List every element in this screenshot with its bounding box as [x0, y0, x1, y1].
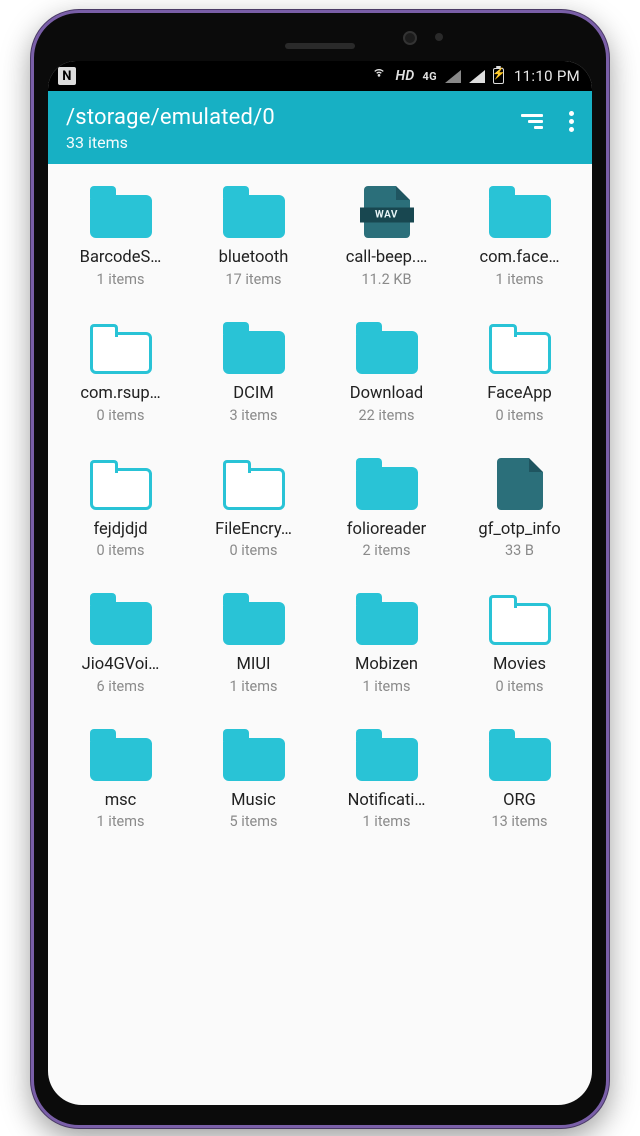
path-title: /storage/emulated/0 [66, 105, 521, 130]
item-meta: 22 items [358, 407, 414, 424]
clock: 11:10 PM [514, 67, 580, 85]
file-grid-container: BarcodeS… 1 items bluetooth 17 items WAV call… [48, 164, 592, 840]
file-icon: WAV [356, 186, 418, 238]
folder-icon [356, 593, 418, 645]
grid-item[interactable]: bluetooth 17 items [189, 186, 318, 288]
grid-item[interactable]: BarcodeS… 1 items [56, 186, 185, 288]
grid-item[interactable]: Notificati…1 items [322, 729, 451, 831]
folder-icon [223, 322, 285, 374]
item-meta: 3 items [230, 407, 278, 424]
folder-empty-icon [90, 458, 152, 510]
grid-item[interactable]: com.face… 1 items [455, 186, 584, 288]
grid-item[interactable]: Mobizen 1 items [322, 593, 451, 695]
item-name: FaceApp [487, 384, 552, 405]
grid-item[interactable]: fejdjdjd0 items [56, 458, 185, 560]
item-meta: 5 items [230, 813, 278, 830]
grid-item[interactable]: Music5 items [189, 729, 318, 831]
item-meta: 33 B [505, 542, 534, 559]
item-name: ORG [503, 791, 536, 812]
item-name: gf_otp_info [478, 520, 560, 541]
item-meta: 11.2 KB [362, 271, 412, 288]
item-name: FileEncry… [215, 520, 292, 541]
folder-icon [356, 322, 418, 374]
sort-icon[interactable] [521, 114, 543, 129]
folder-icon [356, 458, 418, 510]
grid-item[interactable]: Jio4GVoi… 6 items [56, 593, 185, 695]
item-name: DCIM [233, 384, 273, 405]
grid-item[interactable]: folioreader2 items [322, 458, 451, 560]
hd-indicator: HD [395, 68, 414, 84]
item-meta: 17 items [225, 271, 281, 288]
file-icon [489, 458, 551, 510]
item-meta: 0 items [496, 678, 544, 695]
hotspot-icon [371, 66, 387, 86]
grid-item[interactable]: WAV call-beep.… 11.2 KB [322, 186, 451, 288]
battery-icon [493, 68, 504, 84]
item-name: Download [350, 384, 423, 405]
item-meta: 0 items [97, 542, 145, 559]
item-name: folioreader [347, 520, 426, 541]
notification-icon: N [58, 67, 76, 85]
item-name: Mobizen [355, 655, 418, 676]
grid-item[interactable]: gf_otp_info33 B [455, 458, 584, 560]
item-name: bluetooth [219, 248, 289, 269]
grid-item[interactable]: Movies 0 items [455, 593, 584, 695]
grid-item[interactable]: MIUI 1 items [189, 593, 318, 695]
folder-icon [90, 729, 152, 781]
grid-item[interactable]: Download 22 items [322, 322, 451, 424]
grid-item[interactable]: com.rsup… 0 items [56, 322, 185, 424]
item-name: Movies [493, 655, 546, 676]
item-name: call-beep.… [346, 248, 428, 269]
item-name: BarcodeS… [80, 248, 162, 269]
item-name: com.rsup… [80, 384, 160, 405]
grid-item[interactable]: FaceApp 0 items [455, 322, 584, 424]
item-name: MIUI [236, 655, 270, 676]
phone-frame: N HD 4G 11:10 PM /storage/emulated/0 33 … [31, 10, 609, 1128]
app-bar: /storage/emulated/0 33 items [48, 91, 592, 164]
item-name: Notificati… [348, 791, 426, 812]
grid-item[interactable]: DCIM 3 items [189, 322, 318, 424]
folder-icon [90, 593, 152, 645]
item-count: 33 items [66, 133, 521, 152]
folder-icon [489, 186, 551, 238]
item-name: com.face… [479, 248, 559, 269]
folder-icon [223, 729, 285, 781]
screen: N HD 4G 11:10 PM /storage/emulated/0 33 … [48, 61, 592, 1105]
grid-item[interactable]: FileEncry…0 items [189, 458, 318, 560]
item-meta: 0 items [97, 407, 145, 424]
overflow-menu-icon[interactable] [569, 111, 574, 132]
folder-icon [356, 729, 418, 781]
status-bar: N HD 4G 11:10 PM [48, 61, 592, 91]
item-meta: 13 items [491, 813, 547, 830]
item-meta: 1 items [363, 813, 411, 830]
item-name: Music [231, 791, 276, 812]
folder-empty-icon [489, 593, 551, 645]
folder-empty-icon [489, 322, 551, 374]
item-meta: 1 items [230, 678, 278, 695]
folder-icon [489, 729, 551, 781]
folder-empty-icon [223, 458, 285, 510]
item-name: msc [105, 791, 137, 812]
signal-icon-2 [469, 70, 485, 83]
item-name: Jio4GVoi… [82, 655, 160, 676]
item-meta: 1 items [363, 678, 411, 695]
grid-item[interactable]: msc1 items [56, 729, 185, 831]
item-meta: 6 items [97, 678, 145, 695]
bezel [34, 13, 606, 61]
folder-empty-icon [90, 322, 152, 374]
item-meta: 0 items [230, 542, 278, 559]
network-type: 4G [423, 71, 437, 82]
folder-icon [90, 186, 152, 238]
item-meta: 0 items [496, 407, 544, 424]
item-meta: 1 items [97, 271, 145, 288]
file-grid: BarcodeS… 1 items bluetooth 17 items WAV call… [56, 186, 584, 830]
grid-item[interactable]: ORG13 items [455, 729, 584, 831]
item-meta: 1 items [496, 271, 544, 288]
folder-icon [223, 593, 285, 645]
signal-icon-1 [445, 70, 461, 83]
item-meta: 1 items [97, 813, 145, 830]
folder-icon [223, 186, 285, 238]
item-meta: 2 items [363, 542, 411, 559]
item-name: fejdjdjd [93, 520, 147, 541]
